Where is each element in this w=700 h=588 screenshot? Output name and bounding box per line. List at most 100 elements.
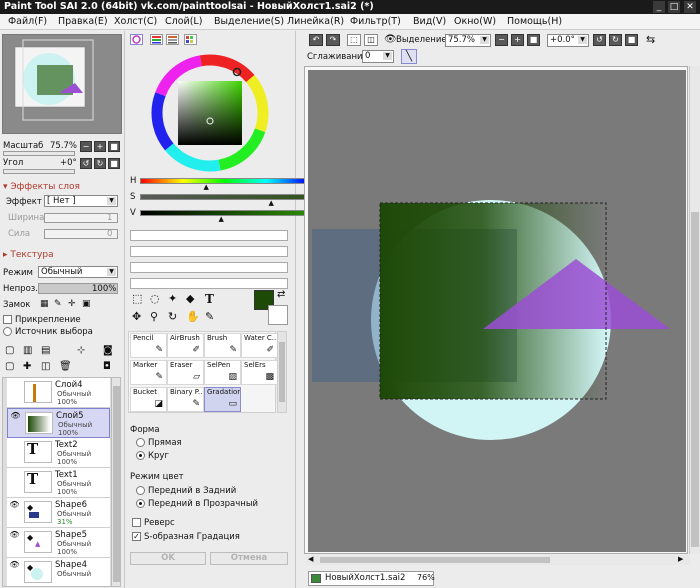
smoothing-dropdown[interactable]: 0 ▼ — [362, 50, 394, 63]
tool-pencil[interactable]: Pencil ✎ — [130, 333, 167, 358]
custom-bar-4[interactable] — [130, 278, 288, 289]
tool-brush[interactable]: Brush ✎ — [204, 333, 241, 358]
secondary-color-swatch[interactable] — [268, 305, 288, 325]
tool-grid-scroll-thumb[interactable] — [279, 342, 285, 402]
menu-canvas[interactable]: Холст(C) — [114, 15, 157, 29]
menu-file[interactable]: Файл(F) — [8, 15, 47, 29]
undo-button[interactable]: ↶ — [309, 34, 323, 46]
linear-radio[interactable] — [136, 438, 145, 447]
angle-dropdown[interactable]: +0.0° ▼ — [547, 34, 589, 47]
shape-icon[interactable]: ◆ — [186, 292, 194, 305]
tool-gradation[interactable]: Gradation ▭ — [204, 387, 241, 412]
layer-list-scrollbar[interactable] — [111, 378, 120, 586]
lock-transparency-icon[interactable]: ▦ — [40, 299, 49, 309]
canvas-rotate-left-button[interactable]: ↺ — [593, 34, 606, 46]
visibility-eye-icon[interactable]: 👁 — [9, 530, 20, 539]
tool-binary-pen[interactable]: Binary P... ✎ — [167, 387, 204, 412]
deselect-button[interactable]: ⬚ — [347, 34, 361, 46]
layer-row[interactable]: 👁 ◆ Shape6 Обычный 31% — [7, 498, 110, 528]
zoom-reset-button[interactable]: ■ — [108, 141, 120, 152]
ok-button[interactable]: OK — [130, 552, 206, 565]
delete-layer-icon[interactable]: 🗑 — [59, 361, 72, 372]
visibility-eye-icon[interactable] — [9, 440, 20, 449]
new-layer-icon[interactable]: ▢ — [5, 345, 14, 356]
tool-watercolor[interactable]: Water C... ✐ — [241, 333, 278, 358]
blend-mode-dropdown[interactable]: Обычный ▼ — [38, 266, 118, 278]
zoom-tool-icon[interactable]: ⚲ — [150, 310, 158, 323]
color-wheel-tab[interactable] — [130, 34, 143, 45]
minimize-button[interactable]: _ — [653, 1, 665, 13]
visibility-eye-icon[interactable]: 👁 — [9, 500, 20, 509]
layer-effects-title[interactable]: ▾ Эффекты слоя — [3, 182, 80, 192]
fg-bg-radio[interactable] — [136, 486, 145, 495]
tool-bucket[interactable]: Bucket ◪ — [130, 387, 167, 412]
tool-airbrush[interactable]: AirBrush ✐ — [167, 333, 204, 358]
angle-slider[interactable] — [3, 169, 75, 174]
eye-icon[interactable]: 👁 — [384, 34, 397, 45]
text-tool-icon[interactable]: T — [205, 292, 214, 306]
menu-layer[interactable]: Слой(L) — [165, 15, 202, 29]
menu-ruler[interactable]: Линейка(R) — [287, 15, 344, 29]
color-wheel[interactable] — [148, 51, 272, 175]
invert-selection-button[interactable]: ◫ — [364, 34, 378, 46]
hsv-slider-tab[interactable] — [166, 34, 179, 45]
rect-select-icon[interactable]: ⬚ — [132, 292, 142, 305]
layer-row[interactable]: Слой4 Обычный 100% — [7, 378, 110, 408]
tool-grid-scrollbar[interactable] — [277, 331, 287, 413]
move-icon[interactable]: ✥ — [132, 310, 141, 323]
hand-icon[interactable]: ✋ — [186, 310, 200, 323]
straight-line-icon[interactable]: ╲ — [401, 49, 417, 64]
fg-transparent-radio[interactable] — [136, 499, 145, 508]
layer-row[interactable]: 👁 ◆ ▲ Shape5 Обычный 100% — [7, 528, 110, 558]
zoom-dropdown[interactable]: 75.7% ▼ — [445, 34, 491, 47]
palette-tab[interactable] — [184, 34, 197, 45]
horizontal-scroll-thumb[interactable] — [320, 557, 550, 563]
selection-source-radio[interactable] — [3, 327, 12, 336]
texture-title[interactable]: ▸ Текстура — [3, 250, 54, 260]
zoom-out-button[interactable]: − — [80, 141, 92, 152]
custom-bar-2[interactable] — [130, 246, 288, 257]
reverse-checkbox[interactable] — [132, 518, 141, 527]
zoom-in-button[interactable]: + — [94, 141, 106, 152]
lock-all-icon[interactable]: ▣ — [82, 299, 91, 309]
circle-radio[interactable] — [136, 451, 145, 460]
rgb-slider-tab[interactable] — [150, 34, 163, 45]
scroll-left-icon[interactable]: ◀ — [308, 555, 313, 563]
clip-checkbox[interactable] — [3, 315, 12, 324]
merge-down-icon[interactable]: ✚ — [23, 361, 31, 372]
document-tab[interactable]: НовыйХолст1.sai2 76% — [308, 571, 435, 586]
close-button[interactable]: ✕ — [684, 1, 696, 13]
swap-colors-icon[interactable]: ⇄ — [277, 289, 285, 300]
tool-eraser[interactable]: Eraser ▱ — [167, 360, 204, 385]
navigator-preview[interactable] — [2, 34, 122, 134]
custom-bar-3[interactable] — [130, 262, 288, 273]
canvas[interactable] — [308, 70, 686, 552]
apply-mask-icon[interactable]: ◘ — [103, 361, 111, 372]
clear-layer-icon[interactable]: ◫ — [41, 361, 50, 372]
layer-row[interactable]: 👁 ◆ Shape4 Обычный — [7, 558, 110, 586]
menu-filter[interactable]: Фильтр(T) — [350, 15, 401, 29]
tool-marker[interactable]: Marker ✎ — [130, 360, 167, 385]
transform-icon[interactable]: ⊹ — [77, 345, 85, 356]
layer-row[interactable]: T Text2 Обычный 100% — [7, 438, 110, 468]
rotate-left-button[interactable]: ↺ — [80, 158, 92, 169]
s-shaped-checkbox[interactable]: ✓ — [132, 532, 141, 541]
vertical-scroll-thumb[interactable] — [691, 212, 699, 547]
copy-layer-icon[interactable]: ▢ — [5, 361, 14, 372]
effect-dropdown[interactable]: [ Нет ] ▼ — [44, 195, 118, 207]
canvas-rotate-right-button[interactable]: ↻ — [609, 34, 622, 46]
flip-horizontal-icon[interactable]: ⇆ — [646, 33, 655, 46]
scroll-right-icon[interactable]: ▶ — [678, 555, 683, 563]
mask-icon[interactable]: ◙ — [103, 345, 113, 356]
rotate-tool-icon[interactable]: ↻ — [168, 310, 177, 323]
lock-paint-icon[interactable]: ✎ — [54, 299, 62, 309]
tool-selpen[interactable]: SelPen ▨ — [204, 360, 241, 385]
magic-wand-icon[interactable]: ✦ — [168, 292, 177, 305]
horizontal-scrollbar[interactable]: ◀ ▶ — [306, 555, 690, 565]
visibility-eye-icon[interactable]: 👁 — [9, 560, 20, 569]
menu-selection[interactable]: Выделение(S) — [214, 15, 284, 29]
tool-selers[interactable]: SelErs ▩ — [241, 360, 278, 385]
visibility-eye-icon[interactable] — [9, 470, 20, 479]
rotate-right-button[interactable]: ↻ — [94, 158, 106, 169]
lock-move-icon[interactable]: ✛ — [68, 299, 76, 309]
